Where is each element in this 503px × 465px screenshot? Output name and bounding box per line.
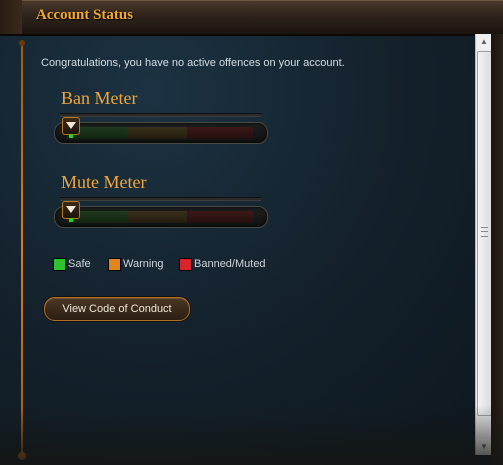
warning-swatch-icon: [108, 258, 121, 271]
legend-label-safe: Safe: [68, 258, 91, 270]
ban-meter-underline: [60, 113, 261, 117]
ban-meter-banned-zone: [187, 127, 253, 139]
scroll-down-arrow-icon[interactable]: ▼: [476, 439, 492, 455]
mute-meter-underline: [60, 197, 261, 201]
mute-meter-muted-zone: [187, 211, 253, 223]
left-divider: [18, 40, 26, 460]
mute-meter-title: Mute Meter: [61, 172, 147, 192]
mute-meter-level-indicator: [69, 218, 73, 222]
banned-swatch-icon: [179, 258, 192, 271]
mute-meter-warning-zone: [127, 211, 187, 223]
ban-meter-title: Ban Meter: [61, 88, 138, 108]
window-title: Account Status: [36, 7, 134, 23]
scrollbar[interactable]: ▲ ▼: [475, 34, 492, 455]
account-status-window: Account Status Congratulations, you have…: [0, 0, 503, 465]
legend-label-banned: Banned/Muted: [194, 258, 266, 270]
mute-meter-track: [54, 206, 268, 228]
scroll-grip-icon: [481, 227, 488, 237]
ban-meter-track: [54, 122, 268, 144]
title-bar: Account Status: [0, 0, 503, 36]
scroll-up-arrow-icon[interactable]: ▲: [476, 34, 492, 50]
ban-meter-level-indicator: [69, 134, 73, 138]
status-message: Congratulations, you have no active offe…: [41, 57, 345, 69]
legend-label-warning: Warning: [123, 258, 164, 270]
scrollbar-thumb[interactable]: [477, 51, 492, 416]
ban-meter-warning-zone: [127, 127, 187, 139]
ban-meter-pointer-icon: [62, 117, 80, 135]
mute-meter-pointer-icon: [62, 201, 80, 219]
safe-swatch-icon: [53, 258, 66, 271]
right-frame-border: [491, 34, 503, 465]
view-code-of-conduct-button[interactable]: View Code of Conduct: [44, 297, 190, 321]
